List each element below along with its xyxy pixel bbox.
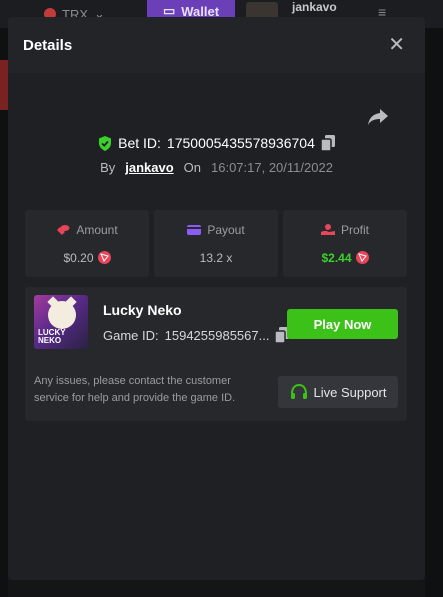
wallet-icon bbox=[187, 224, 202, 235]
bet-id-value: 1750005435578936704 bbox=[166, 135, 315, 151]
header-username[interactable]: jankavo bbox=[292, 0, 337, 14]
game-thumbnail-text: LUCKY NEKO bbox=[38, 328, 66, 345]
on-label: On bbox=[183, 160, 201, 175]
background-banner bbox=[0, 60, 8, 110]
bet-timestamp: 16:07:17, 20/11/2022 bbox=[211, 160, 333, 175]
coins-icon bbox=[57, 224, 70, 235]
by-label: By bbox=[100, 160, 116, 175]
trx-icon bbox=[97, 251, 111, 264]
game-card: LUCKY NEKO Lucky Neko Game ID: 159425598… bbox=[25, 287, 407, 421]
background-right bbox=[425, 28, 443, 597]
bet-stats: Amount $0.20 Payout 13.2 x Profit $2.44 bbox=[25, 210, 407, 277]
game-id-row: Game ID: 1594255985567... bbox=[103, 327, 290, 343]
modal-header: Details ✕ bbox=[8, 17, 425, 73]
shield-check-icon bbox=[99, 135, 112, 151]
trx-icon bbox=[355, 251, 369, 264]
details-modal: Details ✕ Bet ID: 1750005435578936704 By… bbox=[8, 17, 425, 580]
close-icon[interactable]: ✕ bbox=[388, 35, 405, 55]
modal-title: Details bbox=[23, 36, 73, 54]
stat-profit-label: Profit bbox=[340, 222, 369, 237]
stat-amount: Amount $0.20 bbox=[25, 210, 149, 277]
live-support-button[interactable]: Live Support bbox=[278, 376, 398, 408]
stat-amount-value: $0.20 bbox=[63, 250, 94, 265]
game-thumbnail[interactable]: LUCKY NEKO bbox=[34, 295, 88, 349]
headset-icon bbox=[290, 384, 307, 399]
stat-payout: Payout 13.2 x bbox=[154, 210, 278, 277]
live-support-label: Live Support bbox=[313, 384, 387, 400]
game-id-value: 1594255985567... bbox=[164, 327, 270, 343]
game-name: Lucky Neko bbox=[103, 302, 182, 318]
background-left bbox=[0, 28, 8, 597]
stat-payout-value: 13.2 x bbox=[199, 250, 233, 265]
stat-amount-label: Amount bbox=[76, 222, 118, 237]
bet-id-row: Bet ID: 1750005435578936704 bbox=[8, 135, 425, 151]
stat-profit: Profit $2.44 bbox=[283, 210, 407, 277]
share-icon[interactable] bbox=[366, 107, 390, 127]
hand-coin-icon bbox=[320, 223, 335, 235]
stat-payout-label: Payout bbox=[207, 222, 245, 237]
bet-username-link[interactable]: jankavo bbox=[125, 160, 173, 175]
play-now-button[interactable]: Play Now bbox=[287, 309, 398, 339]
support-hint-text: Any issues, please contact the customer … bbox=[34, 375, 236, 404]
stat-profit-value: $2.44 bbox=[321, 250, 352, 265]
copy-icon[interactable] bbox=[320, 135, 335, 151]
bet-meta-row: By jankavo On 16:07:17, 20/11/2022 bbox=[8, 160, 425, 175]
bet-id-label: Bet ID: bbox=[118, 135, 161, 151]
game-id-label: Game ID: bbox=[103, 327, 159, 343]
